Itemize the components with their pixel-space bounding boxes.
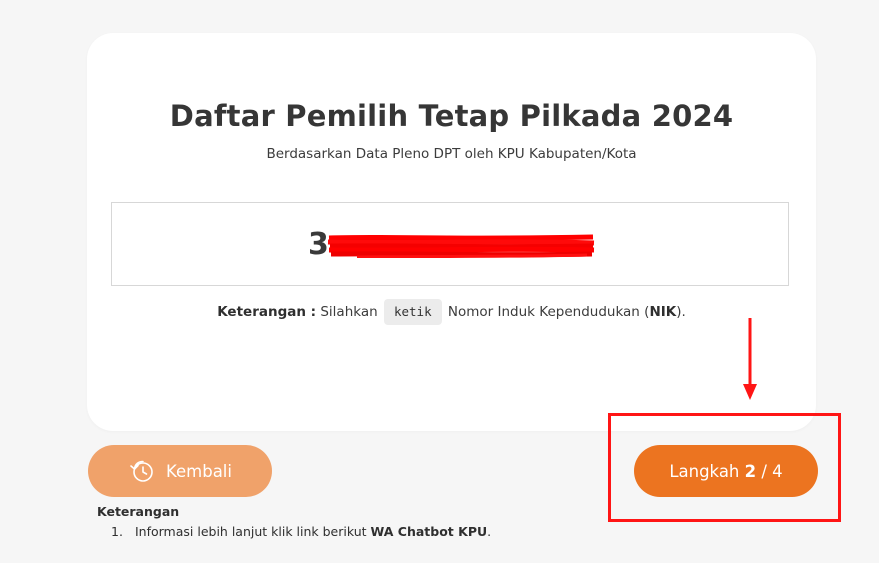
- input-note: Keterangan : Silahkan ketik Nomor Induk …: [87, 299, 816, 325]
- annotation-arrow-icon: [743, 318, 757, 400]
- note-text-before: Silahkan: [320, 304, 378, 320]
- note-label: Keterangan :: [217, 304, 317, 320]
- dpt-card: Daftar Pemilih Tetap Pilkada 2024 Berdas…: [87, 33, 816, 431]
- nik-input[interactable]: 3: [111, 202, 789, 286]
- page-subtitle: Berdasarkan Data Pleno DPT oleh KPU Kabu…: [266, 146, 637, 162]
- info-section: Keterangan 1. Informasi lebih lanjut kli…: [97, 504, 491, 540]
- back-button-label: Kembali: [166, 461, 232, 481]
- note-code-chip: ketik: [383, 299, 442, 325]
- note-text-end: ).: [676, 304, 686, 320]
- page-title: Daftar Pemilih Tetap Pilkada 2024: [169, 99, 734, 133]
- info-list-item: 1. Informasi lebih lanjut klik link beri…: [97, 524, 491, 540]
- info-item-number: 1.: [111, 524, 123, 539]
- info-item-text: Informasi lebih lanjut klik link berikut: [134, 524, 367, 539]
- back-button[interactable]: Kembali: [88, 445, 272, 497]
- annotation-highlight-box: [608, 413, 841, 522]
- nik-input-value: 3: [308, 227, 329, 262]
- redaction-scribble: [327, 234, 595, 258]
- note-bold-term: NIK: [649, 304, 677, 320]
- history-clock-icon: [128, 457, 156, 485]
- info-title: Keterangan: [97, 504, 180, 519]
- info-item-end: .: [487, 524, 492, 539]
- note-text-after: Nomor Induk Kependudukan (: [447, 304, 650, 320]
- wa-chatbot-link[interactable]: WA Chatbot KPU: [371, 524, 488, 539]
